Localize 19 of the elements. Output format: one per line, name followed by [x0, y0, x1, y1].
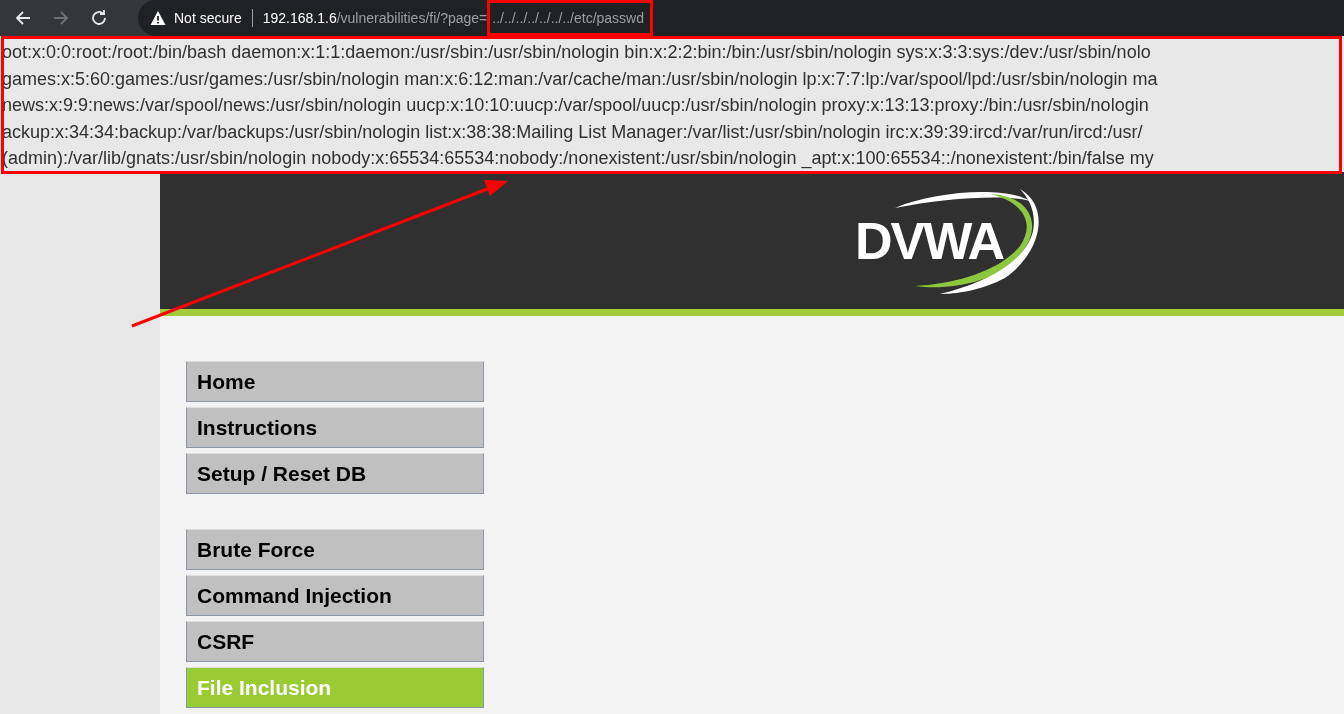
security-label: Not secure — [174, 10, 242, 26]
url-path: /vulnerabilities/fi/?page= — [336, 10, 488, 26]
menu-item[interactable]: CSRF — [186, 621, 484, 662]
reload-icon — [89, 8, 109, 28]
file-output-line: ackup:x:34:34:backup:/var/backups:/usr/sbin/nologin list:x:38:38:Mailing List Manager:/var/list:/usr/sbin/nologin irc:x:39:39:ircd:/var/run/ircd:/usr/ — [1, 120, 1143, 144]
file-output-line: news:x:9:9:news:/var/spool/news:/usr/sbin/nologin uucp:x:10:10:uucp:/var/spool/uucp:/usr/sbin/nologin proxy:x:13:13:proxy:/bin:/usr/sbin/nologin — [1, 94, 1149, 118]
address-bar[interactable]: Not secure 192.168.1.6/vulnerabilities/fi/?page= ../../../../../../../etc/passwd — [138, 0, 1344, 36]
file-output-line: games:x:5:60:games:/usr/games:/usr/sbin/nologin man:x:6:12:man:/var/cache/man:/usr/sbin/nologin lp:x:7:7:lp:/var/spool/lpd:/usr/sbin/nologin ma — [1, 67, 1158, 91]
url-host: 192.168.1.6 — [262, 10, 337, 26]
logo-text: DVWA — [855, 210, 1003, 271]
file-output-line: (admin):/var/lib/gnats:/usr/sbin/nologin nobody:x:65534:65534:nobody:/nonexistent:/usr/sbin/nologin _apt:x:100:65534::/nonexistent:/bin/false my — [1, 147, 1154, 171]
menu-item[interactable]: Instructions — [186, 407, 484, 448]
menu-item[interactable]: Command Injection — [186, 575, 484, 616]
highlighted-url-part: ../../../../../../../etc/passwd — [487, 0, 653, 36]
menu-item[interactable]: Brute Force — [186, 529, 484, 570]
warning-icon — [150, 10, 166, 26]
menu-item[interactable]: Home — [186, 361, 484, 402]
file-output-line: oot:x:0:0:root:/root:/bin/bash daemon:x:1:1:daemon:/usr/sbin:/usr/sbin/nologin bin:x:2:2:bin:/bin:/usr/sbin/nologin sys:x:3:3:sys:/dev:/usr/sbin/nolo — [1, 41, 1151, 64]
menu-item[interactable]: Setup / Reset DB — [186, 453, 484, 494]
